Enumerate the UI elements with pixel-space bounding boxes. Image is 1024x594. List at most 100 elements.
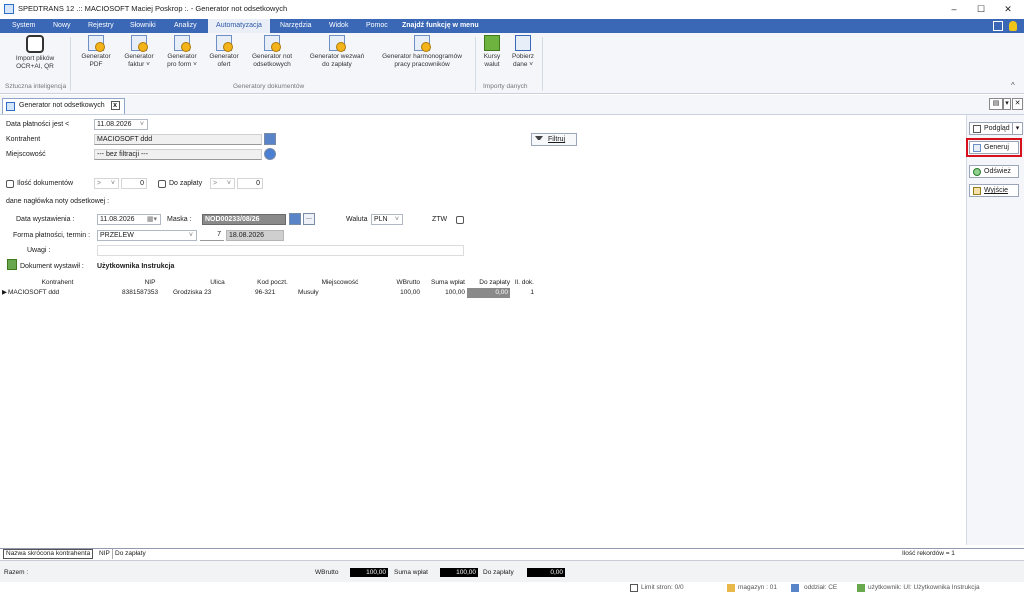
warehouse-icon bbox=[727, 584, 735, 592]
ai-icon bbox=[26, 35, 44, 53]
generator-pdf-label: Generator PDF bbox=[81, 53, 111, 68]
refresh-button[interactable]: Odśwież bbox=[969, 165, 1019, 178]
city-label: Miejscowość bbox=[6, 151, 46, 158]
to-pay-checkbox[interactable] bbox=[158, 180, 166, 188]
to-pay-operator[interactable]: > ˅ bbox=[210, 178, 235, 189]
generator-ofert-button[interactable]: Generator ofert bbox=[204, 35, 244, 69]
group-separator bbox=[475, 37, 476, 91]
menu-search-input[interactable]: Znajdź funkcję w menu bbox=[402, 19, 479, 33]
import-ocr-button[interactable]: Import plików OCR+AI, QR bbox=[6, 35, 64, 71]
menu-system[interactable]: System bbox=[12, 19, 35, 33]
col-kontrahent[interactable]: Kontrahent bbox=[0, 278, 115, 288]
dropdown-icon[interactable]: ▾ bbox=[1003, 98, 1011, 110]
col-kod[interactable]: Kod poczt. bbox=[250, 278, 295, 288]
cell-kontrahent: MACIOSOFT ddd bbox=[8, 289, 60, 296]
generator-pdf-button[interactable]: Generator PDF bbox=[76, 35, 116, 69]
payment-form-label: Forma płatności, termin : bbox=[13, 232, 91, 239]
col-ulica[interactable]: Ulica bbox=[185, 278, 250, 288]
import-group-label: Importy danych bbox=[483, 83, 528, 90]
col-nip[interactable]: NIP bbox=[115, 278, 185, 288]
menu-analizy[interactable]: Analizy bbox=[174, 19, 197, 33]
document-tab-strip: Generator not odsetkowych x ▤ ▾ ✕ bbox=[0, 95, 1024, 115]
col-dozaplaty[interactable]: Do zapłaty bbox=[465, 278, 510, 288]
exit-label: Wyjście bbox=[984, 187, 1009, 194]
menu-pomoc[interactable]: Pomoc bbox=[366, 19, 388, 33]
generator-not-label: Generator not odsetkowych bbox=[251, 53, 293, 68]
user-status-icon bbox=[857, 584, 865, 592]
generator-proform-button[interactable]: Generator pro form ˅ bbox=[161, 35, 203, 69]
generate-button[interactable]: Generuj bbox=[969, 141, 1019, 154]
layout-icon[interactable] bbox=[993, 21, 1003, 31]
collapse-ribbon-icon[interactable]: ^ bbox=[1011, 81, 1015, 90]
notes-field[interactable] bbox=[97, 245, 464, 256]
issue-date-field[interactable]: 11.08.2026 ▦▾ bbox=[97, 214, 161, 225]
close-window-button[interactable]: ✕ bbox=[995, 2, 1021, 17]
cell-suma: 100,00 bbox=[445, 289, 465, 296]
total-suma-value: 100,00 bbox=[440, 568, 478, 577]
close-tab-icon[interactable]: x bbox=[110, 101, 120, 110]
globe-icon[interactable] bbox=[264, 148, 276, 160]
menu-automatyzacja[interactable]: Automatyzacja bbox=[208, 19, 270, 33]
table-row[interactable]: ▶ MACIOSOFT ddd 8381587353 Grodziska 23 … bbox=[0, 288, 540, 298]
cell-kod: 96-321 bbox=[255, 289, 276, 296]
ztw-checkbox[interactable] bbox=[456, 216, 464, 224]
menu-rejestry[interactable]: Rejestry bbox=[88, 19, 114, 33]
page-limit-icon bbox=[630, 584, 638, 592]
doc-group-label: Generatory dokumentów bbox=[233, 83, 305, 90]
generator-faktur-button[interactable]: Generator faktur ˅ bbox=[116, 35, 162, 69]
menu-narzedzia[interactable]: Narzędzia bbox=[280, 19, 312, 33]
kursy-walut-button[interactable]: Kursy walut bbox=[478, 35, 506, 69]
maximize-button[interactable]: ☐ bbox=[968, 2, 994, 17]
menu-slowniki[interactable]: Słowniki bbox=[130, 19, 156, 33]
currency-label: Waluta bbox=[346, 216, 368, 223]
to-pay-value[interactable]: 0 bbox=[237, 178, 263, 189]
chevron-down-icon: ˅ bbox=[226, 180, 231, 187]
col-ildok[interactable]: Il. dok. bbox=[510, 278, 534, 288]
doc-count-value[interactable]: 0 bbox=[121, 178, 147, 189]
generator-harmonogramow-button[interactable]: Generator harmonogramów pracy pracownikó… bbox=[372, 35, 472, 69]
refresh-label: Odśwież bbox=[984, 168, 1011, 175]
tab-nazwa[interactable]: Nazwa skrócona kontrahenta bbox=[3, 549, 94, 559]
tab-generator-not[interactable]: Generator not odsetkowych x bbox=[2, 98, 125, 114]
payment-date-label: Data płatności jest < bbox=[6, 121, 70, 128]
doc-count-checkbox[interactable] bbox=[6, 180, 14, 188]
payment-date-field[interactable]: 11.08.2026 ˅ bbox=[94, 119, 148, 130]
city-field[interactable]: --- bez filtracji --- bbox=[94, 149, 262, 160]
col-miejscowosc[interactable]: Miejscowość bbox=[295, 278, 385, 288]
exit-button[interactable]: Wyjście bbox=[969, 184, 1019, 197]
menu-widok[interactable]: Widok bbox=[329, 19, 348, 33]
currency-select[interactable]: PLN ˅ bbox=[371, 214, 403, 225]
minimize-button[interactable]: – bbox=[941, 2, 967, 17]
col-wbrutto[interactable]: WBrutto bbox=[385, 278, 420, 288]
generator-wezwan-button[interactable]: Generator wezwań do zapłaty bbox=[302, 35, 372, 69]
payment-form-select[interactable]: PRZELEW ˅ bbox=[97, 230, 197, 241]
doc-count-op-value: > bbox=[97, 180, 102, 187]
to-pay-op-value: > bbox=[213, 180, 218, 187]
term-days-field[interactable]: 7 bbox=[200, 230, 224, 241]
mask-settings-icon[interactable] bbox=[289, 213, 301, 225]
close-document-icon[interactable]: ✕ bbox=[1012, 98, 1023, 110]
tab-nip[interactable]: NIP bbox=[97, 549, 113, 559]
window-list-icon[interactable]: ▤ bbox=[989, 98, 1003, 110]
filter-button[interactable]: Filtruj bbox=[531, 133, 577, 146]
mask-field[interactable]: NOD00233/08/26 bbox=[202, 214, 286, 225]
col-suma[interactable]: Suma wpłat bbox=[420, 278, 465, 288]
document-gear-icon bbox=[88, 35, 105, 52]
more-button[interactable]: ... bbox=[303, 213, 315, 225]
preview-dropdown-icon[interactable]: ▾ bbox=[1012, 122, 1023, 135]
menu-bar: System Nowy Rejestry Słowniki Analizy Au… bbox=[0, 19, 1024, 33]
group-separator bbox=[542, 37, 543, 91]
contractor-picker-icon[interactable] bbox=[264, 133, 276, 145]
doc-count-operator[interactable]: > ˅ bbox=[94, 178, 119, 189]
generate-icon bbox=[973, 144, 981, 152]
bulb-icon[interactable] bbox=[1009, 21, 1017, 31]
action-panel bbox=[966, 115, 1024, 545]
menu-nowy[interactable]: Nowy bbox=[53, 19, 71, 33]
payment-date-value: 11.08.2026 bbox=[97, 121, 132, 128]
pobierz-dane-button[interactable]: Pobierz dane ˅ bbox=[506, 35, 540, 69]
tab-do-zaplaty[interactable]: Do zapłaty bbox=[113, 549, 148, 559]
chevron-down-icon: ˅ bbox=[394, 216, 399, 223]
document-gear-icon bbox=[329, 35, 346, 52]
generator-not-button[interactable]: Generator not odsetkowych bbox=[244, 35, 300, 69]
contractor-field[interactable]: MACIOSOFT ddd bbox=[94, 134, 262, 145]
